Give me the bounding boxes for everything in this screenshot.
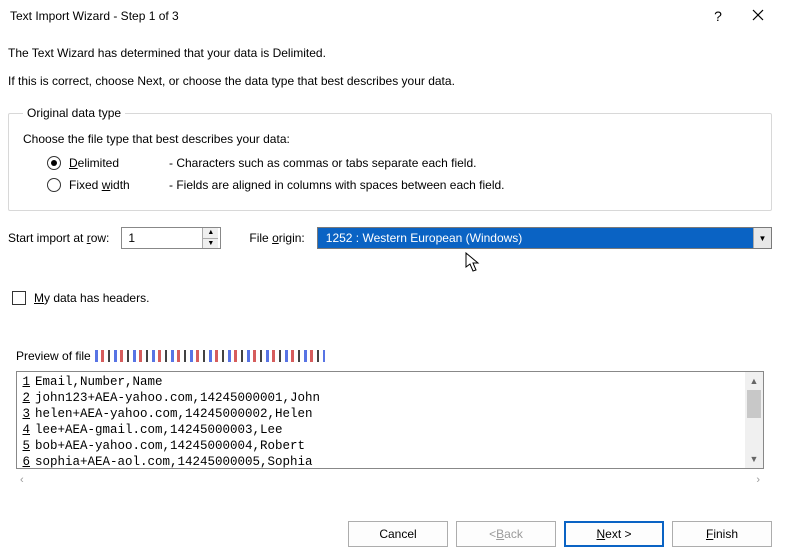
- start-row-label: Start import at row:: [8, 231, 109, 245]
- scroll-thumb[interactable]: [747, 390, 761, 418]
- preview-line: 5bob+AEA-yahoo.com,14245000004,Robert: [17, 438, 763, 454]
- radio-fixedwidth-row[interactable]: Fixed width - Fields are aligned in colu…: [47, 178, 757, 192]
- file-origin-value: 1252 : Western European (Windows): [318, 228, 753, 248]
- radio-delimited[interactable]: [47, 156, 61, 170]
- radio-fixedwidth-label: Fixed width: [69, 178, 161, 192]
- headers-label: My data has headers.: [34, 291, 149, 305]
- intro-text-2: If this is correct, choose Next, or choo…: [8, 74, 772, 88]
- spinner-down-icon[interactable]: ▼: [203, 239, 218, 249]
- chevron-down-icon[interactable]: ▼: [753, 228, 771, 248]
- start-row-spinner[interactable]: ▲ ▼: [121, 227, 221, 249]
- horizontal-scrollbar[interactable]: ‹ ›: [16, 471, 764, 489]
- import-row: Start import at row: ▲ ▼ File origin: 12…: [8, 227, 772, 249]
- radio-delimited-desc: - Characters such as commas or tabs sepa…: [169, 156, 476, 170]
- next-button[interactable]: Next >: [564, 521, 664, 547]
- preview-filepath-redacted: [95, 350, 325, 362]
- start-row-input[interactable]: [122, 228, 202, 248]
- preview-line: 1Email,Number,Name: [17, 374, 763, 390]
- preview-line: 3helen+AEA-yahoo.com,14245000002,Helen: [17, 406, 763, 422]
- radio-delimited-row[interactable]: Delimited - Characters such as commas or…: [47, 156, 757, 170]
- spinner-up-icon[interactable]: ▲: [203, 228, 218, 239]
- preview-line: 2john123+AEA-yahoo.com,14245000001,John: [17, 390, 763, 406]
- original-data-type-group: Original data type Choose the file type …: [8, 106, 772, 211]
- back-button: < Back: [456, 521, 556, 547]
- scroll-up-icon[interactable]: ▲: [745, 372, 763, 390]
- scroll-down-icon[interactable]: ▼: [745, 450, 763, 468]
- footer-buttons: Cancel < Back Next > Finish: [348, 521, 772, 547]
- radio-fixedwidth[interactable]: [47, 178, 61, 192]
- intro-text-1: The Text Wizard has determined that your…: [8, 46, 772, 60]
- file-origin-dropdown[interactable]: 1252 : Western European (Windows) ▼: [317, 227, 772, 249]
- choose-label: Choose the file type that best describes…: [23, 132, 757, 146]
- radio-fixedwidth-desc: - Fields are aligned in columns with spa…: [169, 178, 505, 192]
- finish-button[interactable]: Finish: [672, 521, 772, 547]
- preview-line: 6sophia+AEA-aol.com,14245000005,Sophia: [17, 454, 763, 469]
- spinner-buttons[interactable]: ▲ ▼: [202, 228, 218, 248]
- file-origin-label: File origin:: [249, 231, 304, 245]
- help-button[interactable]: ?: [698, 8, 738, 24]
- headers-checkbox[interactable]: [12, 291, 26, 305]
- scroll-track[interactable]: [745, 390, 763, 450]
- scroll-right-icon[interactable]: ›: [756, 474, 760, 486]
- group-legend: Original data type: [23, 106, 125, 120]
- cancel-button[interactable]: Cancel: [348, 521, 448, 547]
- close-button[interactable]: [738, 8, 778, 24]
- close-icon: [752, 9, 764, 21]
- title-bar: Text Import Wizard - Step 1 of 3 ?: [0, 0, 788, 32]
- preview-line: 4lee+AEA-gmail.com,14245000003,Lee: [17, 422, 763, 438]
- radio-delimited-label: Delimited: [69, 156, 161, 170]
- vertical-scrollbar[interactable]: ▲ ▼: [745, 372, 763, 468]
- preview-label: Preview of file: [16, 349, 772, 363]
- preview-box: 1Email,Number,Name2john123+AEA-yahoo.com…: [16, 371, 764, 469]
- headers-row[interactable]: My data has headers.: [12, 291, 772, 305]
- window-title: Text Import Wizard - Step 1 of 3: [10, 9, 698, 23]
- scroll-left-icon[interactable]: ‹: [20, 474, 24, 486]
